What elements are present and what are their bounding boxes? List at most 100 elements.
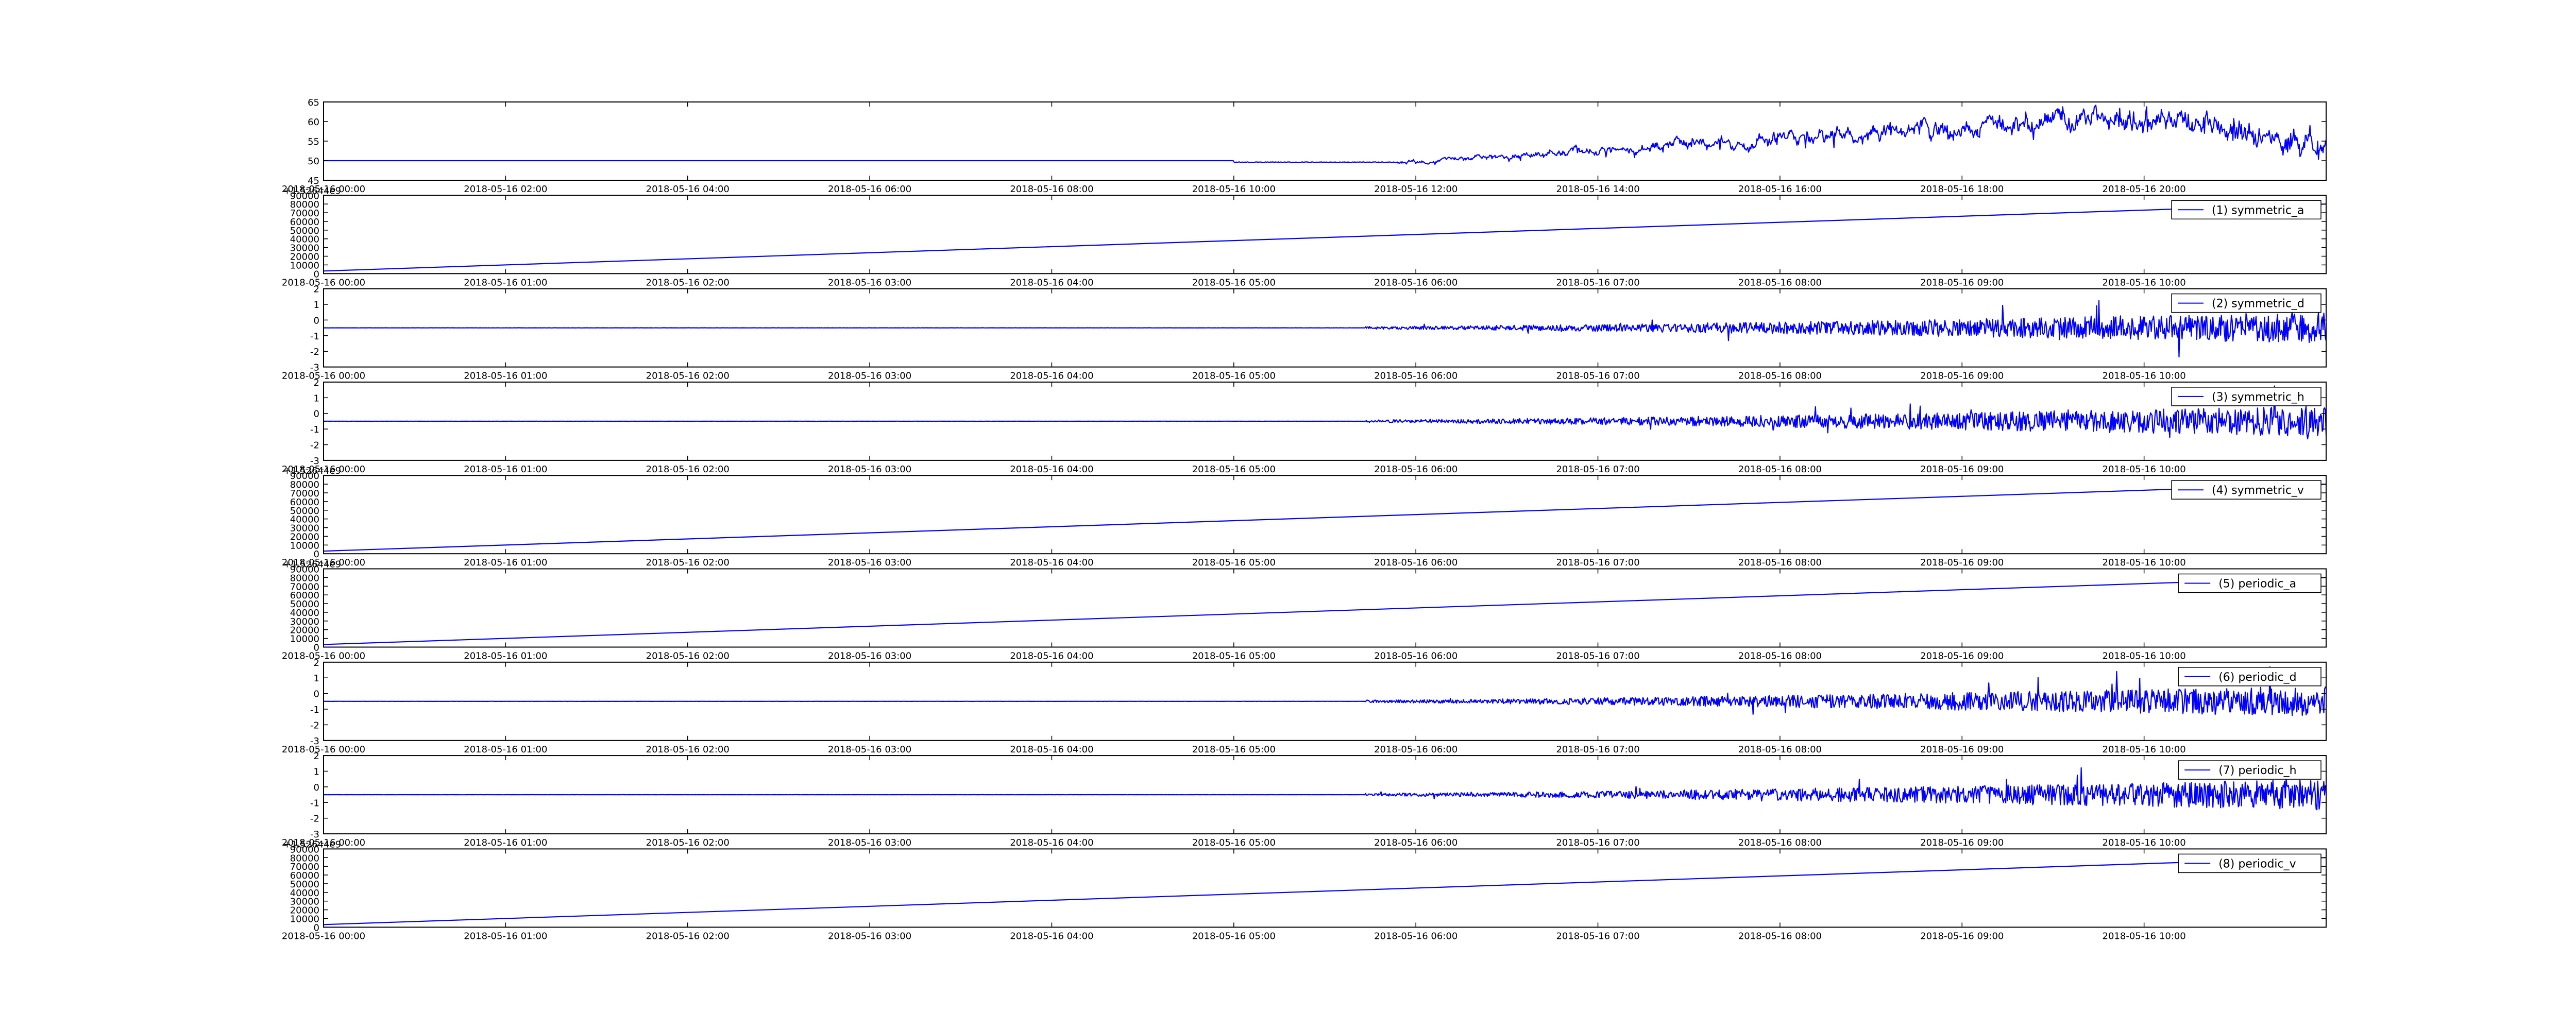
subplot-2: 0100002000030000400005000060000700008000… xyxy=(282,185,2327,288)
x-tick-label: 2018-05-16 01:00 xyxy=(464,931,547,941)
x-tick-label: 2018-05-16 03:00 xyxy=(828,464,911,475)
y-offset-label: +1.52644e9 xyxy=(283,185,341,196)
x-tick-label: 2018-05-16 04:00 xyxy=(1010,744,1093,755)
x-tick-label: 2018-05-16 10:00 xyxy=(2103,371,2186,382)
y-tick-label: 1 xyxy=(314,767,319,778)
y-tick-label: 1 xyxy=(314,673,319,684)
x-tick-label: 2018-05-16 06:00 xyxy=(828,184,911,195)
x-tick-label: 2018-05-16 03:00 xyxy=(828,557,911,568)
x-tick-label: 2018-05-16 09:00 xyxy=(1920,371,2004,382)
y-tick-label: -1 xyxy=(310,798,319,809)
x-tick-label: 2018-05-16 06:00 xyxy=(1374,277,1458,288)
x-tick-label: 2018-05-16 04:00 xyxy=(1010,557,1093,568)
axes-frame-2 xyxy=(323,195,2327,274)
x-tick-label: 2018-05-16 09:00 xyxy=(1920,464,2004,475)
y-tick-label: -1 xyxy=(310,424,319,435)
x-tick-label: 2018-05-16 00:00 xyxy=(282,744,365,755)
legend-label: (7) periodic_h xyxy=(2218,764,2296,777)
x-tick-label: 2018-05-16 03:00 xyxy=(828,744,911,755)
subplot-4: -3-2-10122018-05-16 00:00 2018-05-16 01:0… xyxy=(282,377,2327,475)
y-offset-label: +1.52644e9 xyxy=(283,839,341,850)
subplot-7: -3-2-10122018-05-16 00:00 2018-05-16 01:0… xyxy=(282,658,2327,755)
x-tick-label: 2018-05-16 08:00 xyxy=(1738,371,1822,382)
subplot-6: 0100002000030000400005000060000700008000… xyxy=(282,559,2327,662)
x-tick-label: 2018-05-16 05:00 xyxy=(1192,837,1276,848)
legend-label: (1) symmetric_a xyxy=(2212,204,2304,217)
y-tick-label: 0 xyxy=(314,689,319,700)
x-tick-label: 2018-05-16 01:00 xyxy=(464,371,547,382)
x-tick-label: 2018-05-16 04:00 xyxy=(1010,837,1093,848)
series-line-1 xyxy=(324,105,2327,165)
x-tick-label: 2018-05-16 04:00 xyxy=(1010,371,1093,382)
x-tick-label: 2018-05-16 01:00 xyxy=(464,837,547,848)
subplot-1: 45505560652018-05-16 00:00 2018-05-16 02:… xyxy=(282,97,2327,195)
legend-label: (6) periodic_d xyxy=(2218,671,2296,684)
x-tick-label: 2018-05-16 05:00 xyxy=(1192,651,1276,662)
series-line-7 xyxy=(324,666,2327,716)
x-tick-label: 2018-05-16 09:00 xyxy=(1920,277,2004,288)
legend-7: (6) periodic_d xyxy=(2178,667,2321,686)
y-tick-label: 1 xyxy=(314,300,319,311)
x-tick-label: 2018-05-16 01:00 xyxy=(464,277,547,288)
x-tick-label: 2018-05-16 07:00 xyxy=(1556,464,1639,475)
y-tick-label: 65 xyxy=(308,97,319,108)
x-tick-label: 2018-05-16 04:00 xyxy=(1010,651,1093,662)
legend-3: (2) symmetric_d xyxy=(2171,293,2321,313)
x-tick-label: 2018-05-16 06:00 xyxy=(1374,557,1458,568)
x-tick-label: 2018-05-16 09:00 xyxy=(1920,837,2004,848)
x-tick-label: 2018-05-16 06:00 xyxy=(1374,651,1458,662)
figure: 45505560652018-05-16 00:00 2018-05-16 02:… xyxy=(282,97,2327,941)
x-tick-label: 2018-05-16 09:00 xyxy=(1920,557,2004,568)
x-tick-label: 2018-05-16 03:00 xyxy=(828,931,911,941)
legend-label: (5) periodic_a xyxy=(2218,578,2296,591)
x-tick-label: 2018-05-16 16:00 xyxy=(1738,184,1822,195)
x-tick-label: 2018-05-16 04:00 xyxy=(1010,464,1093,475)
y-offset-label: +1.52644e9 xyxy=(283,559,341,570)
y-tick-label: 2 xyxy=(314,658,319,668)
series-line-5 xyxy=(323,484,2327,552)
axes-frame-6 xyxy=(323,568,2327,648)
x-tick-label: 2018-05-16 01:00 xyxy=(464,744,547,755)
legend-9: (8) periodic_v xyxy=(2178,853,2321,873)
x-tick-label: 2018-05-16 10:00 xyxy=(1192,184,1276,195)
x-tick-label: 2018-05-16 03:00 xyxy=(828,837,911,848)
legend-label: (3) symmetric_h xyxy=(2212,391,2304,404)
legend-label: (2) symmetric_d xyxy=(2212,298,2304,311)
x-tick-label: 2018-05-16 06:00 xyxy=(1374,837,1458,848)
x-tick-label: 2018-05-16 02:00 xyxy=(464,184,547,195)
subplot-3: -3-2-10122018-05-16 00:00 2018-05-16 01:0… xyxy=(282,284,2327,382)
y-tick-label: 1 xyxy=(314,393,319,404)
x-tick-label: 2018-05-16 06:00 xyxy=(1374,371,1458,382)
y-tick-label: -2 xyxy=(310,720,319,731)
x-tick-label: 2018-05-16 02:00 xyxy=(646,371,730,382)
y-tick-label: 0 xyxy=(314,782,319,793)
x-tick-label: 2018-05-16 10:00 xyxy=(2103,557,2186,568)
legend-6: (5) periodic_a xyxy=(2178,573,2321,593)
y-tick-label: 50 xyxy=(308,156,319,167)
y-tick-label: -2 xyxy=(310,814,319,825)
legend-8: (7) periodic_h xyxy=(2178,760,2321,780)
x-tick-label: 2018-05-16 01:00 xyxy=(464,464,547,475)
series-line-6 xyxy=(323,577,2327,645)
x-tick-label: 2018-05-16 03:00 xyxy=(828,651,911,662)
x-tick-label: 2018-05-16 08:00 xyxy=(1010,184,1093,195)
legend-5: (4) symmetric_v xyxy=(2171,480,2321,500)
x-tick-label: 2018-05-16 08:00 xyxy=(1738,837,1822,848)
x-tick-label: 2018-05-16 08:00 xyxy=(1738,464,1822,475)
x-tick-label: 2018-05-16 05:00 xyxy=(1192,464,1276,475)
x-tick-label: 2018-05-16 08:00 xyxy=(1738,277,1822,288)
x-tick-label: 2018-05-16 09:00 xyxy=(1920,931,2004,941)
y-offset-label: +1.52644e9 xyxy=(283,466,341,476)
series-line-4 xyxy=(323,385,2327,440)
y-tick-label: 55 xyxy=(308,136,319,147)
series-line-9 xyxy=(323,857,2327,925)
x-tick-label: 2018-05-16 09:00 xyxy=(1920,744,2004,755)
x-tick-label: 2018-05-16 10:00 xyxy=(2103,464,2186,475)
x-tick-label: 2018-05-16 03:00 xyxy=(828,277,911,288)
x-tick-label: 2018-05-16 06:00 xyxy=(1374,464,1458,475)
y-tick-label: -1 xyxy=(310,705,319,715)
x-tick-label: 2018-05-16 20:00 xyxy=(2103,184,2186,195)
subplot-8: -3-2-10122018-05-16 00:00 2018-05-16 01:0… xyxy=(282,751,2327,848)
x-tick-label: 2018-05-16 00:00 xyxy=(282,371,365,382)
x-tick-label: 2018-05-16 02:00 xyxy=(646,651,730,662)
